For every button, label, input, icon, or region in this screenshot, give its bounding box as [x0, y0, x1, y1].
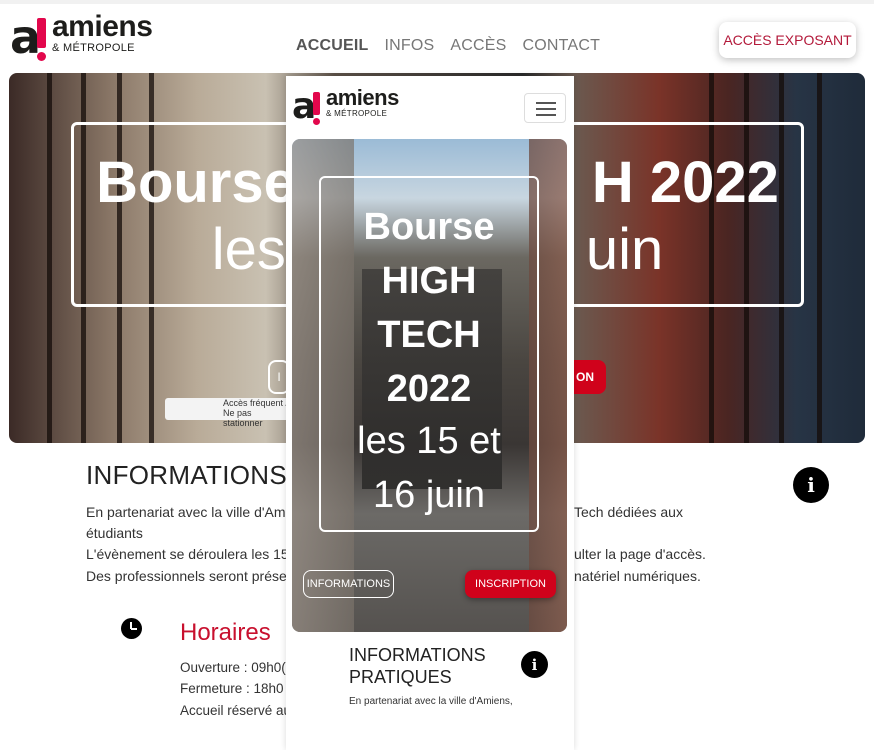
mobile-site-logo[interactable]: a amiens & MÉTROPOLE — [292, 87, 399, 127]
horaires-opening: Ouverture : 09h0( — [180, 660, 286, 675]
mobile-view: a amiens & MÉTROPOLE Bourse HIGH TECH 20… — [286, 76, 574, 750]
nav-acces[interactable]: ACCÈS — [450, 37, 506, 55]
mobile-hero-title-line: 2022 — [386, 368, 472, 410]
hero-subtitle-left: les — [211, 217, 286, 282]
mobile-hero-subtitle-line: 16 juin — [373, 474, 485, 516]
info-line-2: étudiants — [86, 525, 143, 541]
mobile-logo-word: amiens — [326, 85, 399, 110]
mobile-informations-button[interactable]: INFORMATIONS — [303, 570, 394, 598]
logo-mark-icon: a — [10, 12, 48, 62]
logo-word: amiens — [52, 10, 153, 43]
info-line-3-left: L'évènement se déroulera les 15 - — [86, 546, 298, 562]
info-line-1-right: Tech dédiées aux — [574, 504, 683, 520]
hero-inscription-button[interactable]: ON — [574, 360, 606, 394]
mobile-hero-title-box: Bourse HIGH TECH 2022 les 15 et 16 juin — [319, 176, 539, 532]
mobile-hero-title-line: TECH — [377, 314, 481, 356]
horaires-closing: Fermeture : 18h0 — [180, 681, 284, 696]
horaires-title: Horaires — [180, 619, 271, 646]
acces-exposant-button[interactable]: ACCÈS EXPOSANT — [719, 22, 856, 58]
info-line-3-right: ulter la page d'accès. — [574, 546, 706, 562]
mobile-info-icon: i — [521, 651, 548, 678]
logo-subtitle: & MÉTROPOLE — [52, 42, 135, 54]
info-icon: i — [793, 467, 829, 503]
nav-infos[interactable]: INFOS — [385, 37, 435, 55]
header: a amiens & MÉTROPOLE ACCUEIL INFOS ACCÈS… — [0, 0, 874, 70]
hero-subtitle-right: uin — [585, 217, 664, 282]
mobile-logo-mark-icon: a — [292, 87, 322, 127]
nav-contact[interactable]: CONTACT — [523, 37, 601, 55]
nav-accueil[interactable]: ACCUEIL — [296, 37, 369, 55]
mobile-hero-title: Bourse HIGH TECH 2022 — [321, 200, 537, 416]
mobile-hero-subtitle-line: les 15 et — [357, 420, 501, 462]
mobile-logo-subtitle: & MÉTROPOLE — [326, 109, 388, 118]
info-line-4-right: natériel numériques. — [574, 568, 701, 584]
clock-icon — [121, 618, 142, 639]
hero-title-right: H 2022 — [591, 150, 779, 215]
hero-title-left: Bourse — [96, 150, 296, 215]
mobile-hero-title-line: Bourse — [363, 206, 495, 248]
mobile-inscription-button[interactable]: INSCRIPTION — [465, 570, 556, 598]
mobile-hero-title-line: HIGH — [381, 260, 477, 302]
site-logo[interactable]: a amiens & MÉTROPOLE — [10, 10, 153, 62]
mobile-info-text: En partenariat avec la ville d'Amiens, — [349, 696, 513, 707]
informations-title: INFORMATIONS — [86, 460, 287, 490]
info-line-4-left: Des professionnels seront prése — [86, 568, 287, 584]
street-sign: Accès fréquent / Ne pas stationner — [165, 398, 289, 428]
info-line-1-left: En partenariat avec la ville d'Ami — [86, 504, 289, 520]
mobile-hero-subtitle: les 15 et 16 juin — [321, 414, 537, 522]
hamburger-icon — [536, 102, 556, 104]
menu-toggle-button[interactable] — [524, 93, 566, 123]
main-nav: ACCUEIL INFOS ACCÈS CONTACT — [296, 37, 600, 55]
mobile-hero-banner: Bourse HIGH TECH 2022 les 15 et 16 juin … — [292, 139, 567, 632]
mobile-informations-title: INFORMATIONS PRATIQUES — [349, 645, 486, 687]
